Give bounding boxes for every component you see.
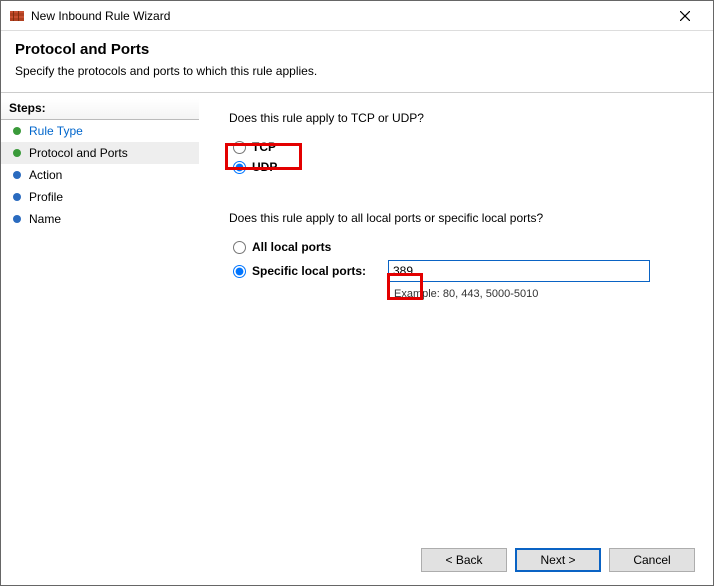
window-title: New Inbound Rule Wizard (31, 9, 665, 23)
page-title: Protocol and Ports (15, 41, 699, 58)
title-bar: New Inbound Rule Wizard (1, 1, 713, 31)
bullet-icon (13, 193, 21, 201)
radio-all-ports[interactable] (233, 241, 246, 254)
radio-tcp-label: TCP (252, 140, 276, 154)
step-profile[interactable]: Profile (1, 186, 199, 208)
radio-specific-ports-label: Specific local ports: (252, 264, 366, 278)
next-button[interactable]: Next > (515, 548, 601, 572)
radio-udp[interactable] (233, 161, 246, 174)
steps-sidebar: Steps: Rule Type Protocol and Ports Acti… (1, 93, 199, 534)
step-action[interactable]: Action (1, 164, 199, 186)
question-protocol: Does this rule apply to TCP or UDP? (229, 111, 689, 125)
wizard-header: Protocol and Ports Specify the protocols… (1, 31, 713, 92)
radio-udp-label: UDP (252, 160, 277, 174)
bullet-icon (13, 171, 21, 179)
specific-ports-input[interactable] (388, 260, 650, 282)
bullet-icon (13, 149, 21, 157)
firewall-icon (9, 8, 25, 24)
radio-specific-ports[interactable] (233, 265, 246, 278)
bullet-icon (13, 215, 21, 223)
wizard-footer: < Back Next > Cancel (1, 535, 713, 585)
close-button[interactable] (665, 2, 705, 30)
ports-example-text: Example: 80, 443, 5000-5010 (394, 288, 689, 300)
radio-all-ports-row[interactable]: All local ports (229, 237, 689, 257)
step-label: Profile (29, 190, 63, 204)
question-ports: Does this rule apply to all local ports … (229, 211, 689, 225)
radio-udp-row[interactable]: UDP (229, 157, 689, 177)
bullet-icon (13, 127, 21, 135)
radio-all-ports-label: All local ports (252, 240, 331, 254)
step-label: Protocol and Ports (29, 146, 128, 160)
step-label: Rule Type (29, 124, 83, 138)
back-button[interactable]: < Back (421, 548, 507, 572)
step-label: Action (29, 168, 62, 182)
cancel-button[interactable]: Cancel (609, 548, 695, 572)
radio-tcp-row[interactable]: TCP (229, 137, 689, 157)
close-icon (680, 11, 690, 21)
steps-heading: Steps: (1, 99, 199, 120)
main-panel: Does this rule apply to TCP or UDP? TCP … (199, 93, 713, 534)
step-label: Name (29, 212, 61, 226)
radio-specific-ports-row[interactable]: Specific local ports: (229, 257, 689, 285)
step-protocol-ports[interactable]: Protocol and Ports (1, 142, 199, 164)
step-name[interactable]: Name (1, 208, 199, 230)
radio-tcp[interactable] (233, 141, 246, 154)
page-description: Specify the protocols and ports to which… (15, 64, 699, 78)
step-rule-type[interactable]: Rule Type (1, 120, 199, 142)
